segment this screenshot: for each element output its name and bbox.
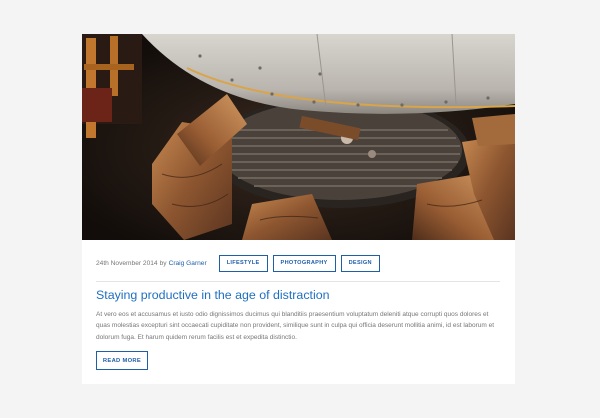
- post-excerpt: At vero eos et accusamus et iusto odio d…: [96, 311, 495, 341]
- post-tags: LIFESTYLE PHOTOGRAPHY DESIGN: [218, 254, 385, 272]
- post-title[interactable]: Staying productive in the age of distrac…: [96, 288, 500, 302]
- tag-photography[interactable]: PHOTOGRAPHY: [272, 254, 336, 272]
- post-by-label: by: [159, 259, 167, 267]
- tag-design[interactable]: DESIGN: [340, 254, 380, 272]
- blog-post-card: 24th November 2014 by Craig Garner LIFES…: [82, 34, 515, 384]
- post-featured-image[interactable]: [82, 34, 515, 240]
- meta-divider: [96, 281, 500, 282]
- read-more-button[interactable]: READ MORE: [96, 351, 148, 370]
- post-date: 24th November 2014: [96, 259, 158, 267]
- post-meta: 24th November 2014 by Craig Garner LIFES…: [96, 254, 385, 272]
- tag-lifestyle[interactable]: LIFESTYLE: [218, 254, 268, 272]
- grill-photo: [82, 34, 515, 240]
- post-author-link[interactable]: Craig Garner: [169, 260, 207, 267]
